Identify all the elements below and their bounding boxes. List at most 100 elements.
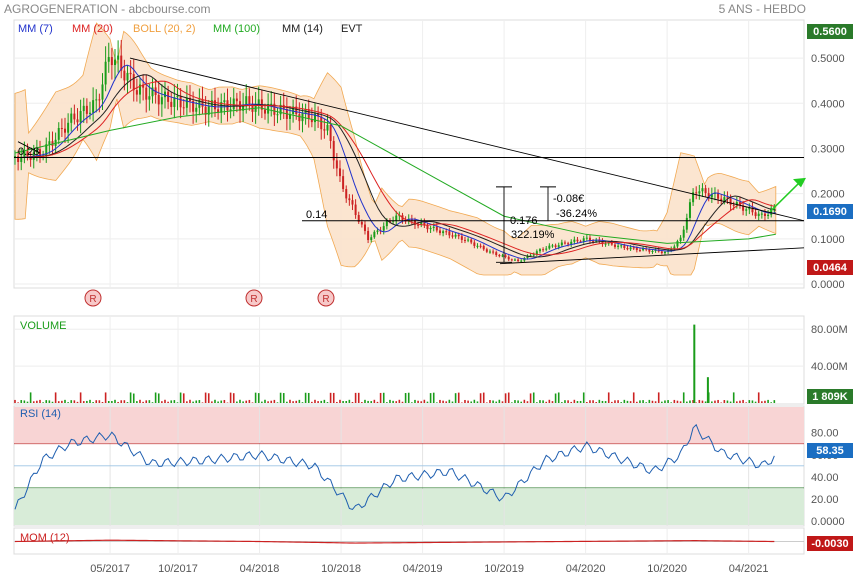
volume-bar (76, 401, 79, 403)
price-candle (373, 231, 376, 238)
price-candle (157, 94, 160, 105)
price-candle (623, 245, 626, 248)
price-candle (473, 242, 476, 246)
volume-bar (229, 392, 232, 403)
volume-bar (220, 400, 223, 403)
volume-bar (492, 400, 494, 403)
price-candle (245, 96, 248, 106)
price-candle (632, 247, 635, 249)
volume-bar (648, 399, 651, 403)
volume-bar (473, 399, 476, 403)
price-badge: 0.1690 (807, 204, 853, 219)
volume-bar (742, 399, 744, 403)
price-candle (485, 249, 488, 252)
price-candle (57, 128, 60, 140)
low-badge-text: 0.0464 (813, 262, 848, 274)
volume-bar (482, 392, 485, 403)
volume-bar (420, 401, 423, 403)
volume-bar (204, 392, 207, 403)
price-candle (517, 259, 520, 262)
price-candle (470, 239, 473, 243)
volume-bar (714, 400, 716, 403)
volume-bar (532, 392, 535, 403)
volume-bar (736, 401, 738, 403)
price-candle (560, 242, 563, 246)
volume-bar (51, 401, 54, 403)
volume-bar (161, 401, 163, 403)
legend-ma7: MM (7) (18, 23, 53, 35)
price-candle (554, 245, 557, 247)
price-candle (348, 198, 351, 201)
volume-bar (429, 393, 432, 403)
level-label-028: 0.28 (18, 146, 39, 158)
price-candle (360, 221, 363, 225)
price-candle (448, 231, 451, 236)
volume-bar (264, 399, 266, 403)
volume-bar (273, 399, 276, 403)
price-candle (395, 215, 398, 221)
volume-bar (367, 400, 369, 403)
x-axis-tick: 10/2019 (484, 563, 524, 575)
high-badge-text: 0.5600 (813, 26, 847, 38)
price-candle (757, 213, 760, 217)
volume-bar (601, 400, 604, 403)
volume-bar (451, 401, 454, 403)
volume-bar (539, 400, 541, 403)
price-candle (117, 55, 120, 60)
price-candle (698, 191, 701, 194)
volume-bar (364, 399, 366, 403)
price-candle (104, 61, 107, 85)
price-candle (345, 189, 348, 199)
price-candle (338, 168, 341, 177)
volume-bar (748, 400, 751, 403)
event-marker-3[interactable]: R (317, 289, 335, 307)
rsi-y-tick: 80.00 (811, 428, 839, 440)
volume-bar (151, 402, 154, 403)
volume-bar (307, 392, 310, 403)
price-candle (248, 96, 251, 104)
event-marker-2[interactable]: R (245, 289, 263, 307)
volume-bar (198, 400, 201, 403)
price-candle (685, 217, 688, 230)
rsi-oversold-zone (14, 489, 804, 525)
price-candle (426, 225, 429, 230)
price-candle (504, 255, 507, 257)
legend-ma14: MM (14) (282, 23, 323, 35)
volume-bar (67, 402, 69, 403)
volume-bar (454, 393, 457, 403)
price-candle (438, 230, 441, 234)
price-candle (67, 122, 70, 133)
price-candle (363, 224, 366, 231)
volume-bar (620, 402, 623, 403)
volume-bar (123, 400, 126, 403)
x-axis-tick: 10/2018 (321, 563, 361, 575)
volume-bar (98, 400, 101, 403)
volume-bar (514, 400, 516, 403)
volume-bar (517, 400, 519, 403)
volume-bar (148, 400, 151, 403)
volume-bar (651, 400, 654, 403)
price-candle (173, 97, 176, 107)
volume-bar (61, 400, 63, 403)
price-candle (376, 230, 379, 232)
chart-title: AGROGENERATION - abcbourse.com (4, 2, 211, 16)
legend-boll: BOLL (20, 2) (133, 23, 196, 35)
volume-bar (586, 402, 588, 403)
price-y-tick: 0.4000 (811, 98, 845, 110)
volume-bar (704, 401, 707, 403)
event-label-1: R (89, 294, 96, 305)
volume-bar (286, 401, 288, 403)
volume-bar (664, 400, 666, 403)
volume-spike-bar (706, 377, 709, 403)
price-candle (501, 255, 504, 257)
volume-bar (129, 392, 132, 403)
volume-bar (392, 400, 394, 403)
price-candle (335, 160, 338, 169)
price-y-tick: 0.0000 (811, 279, 845, 291)
volume-bar (436, 402, 438, 403)
volume-bar (489, 400, 491, 403)
price-candle (73, 113, 76, 120)
volume-bar (689, 400, 691, 403)
event-marker-1[interactable]: R (84, 289, 102, 307)
volume-bar (657, 392, 660, 403)
